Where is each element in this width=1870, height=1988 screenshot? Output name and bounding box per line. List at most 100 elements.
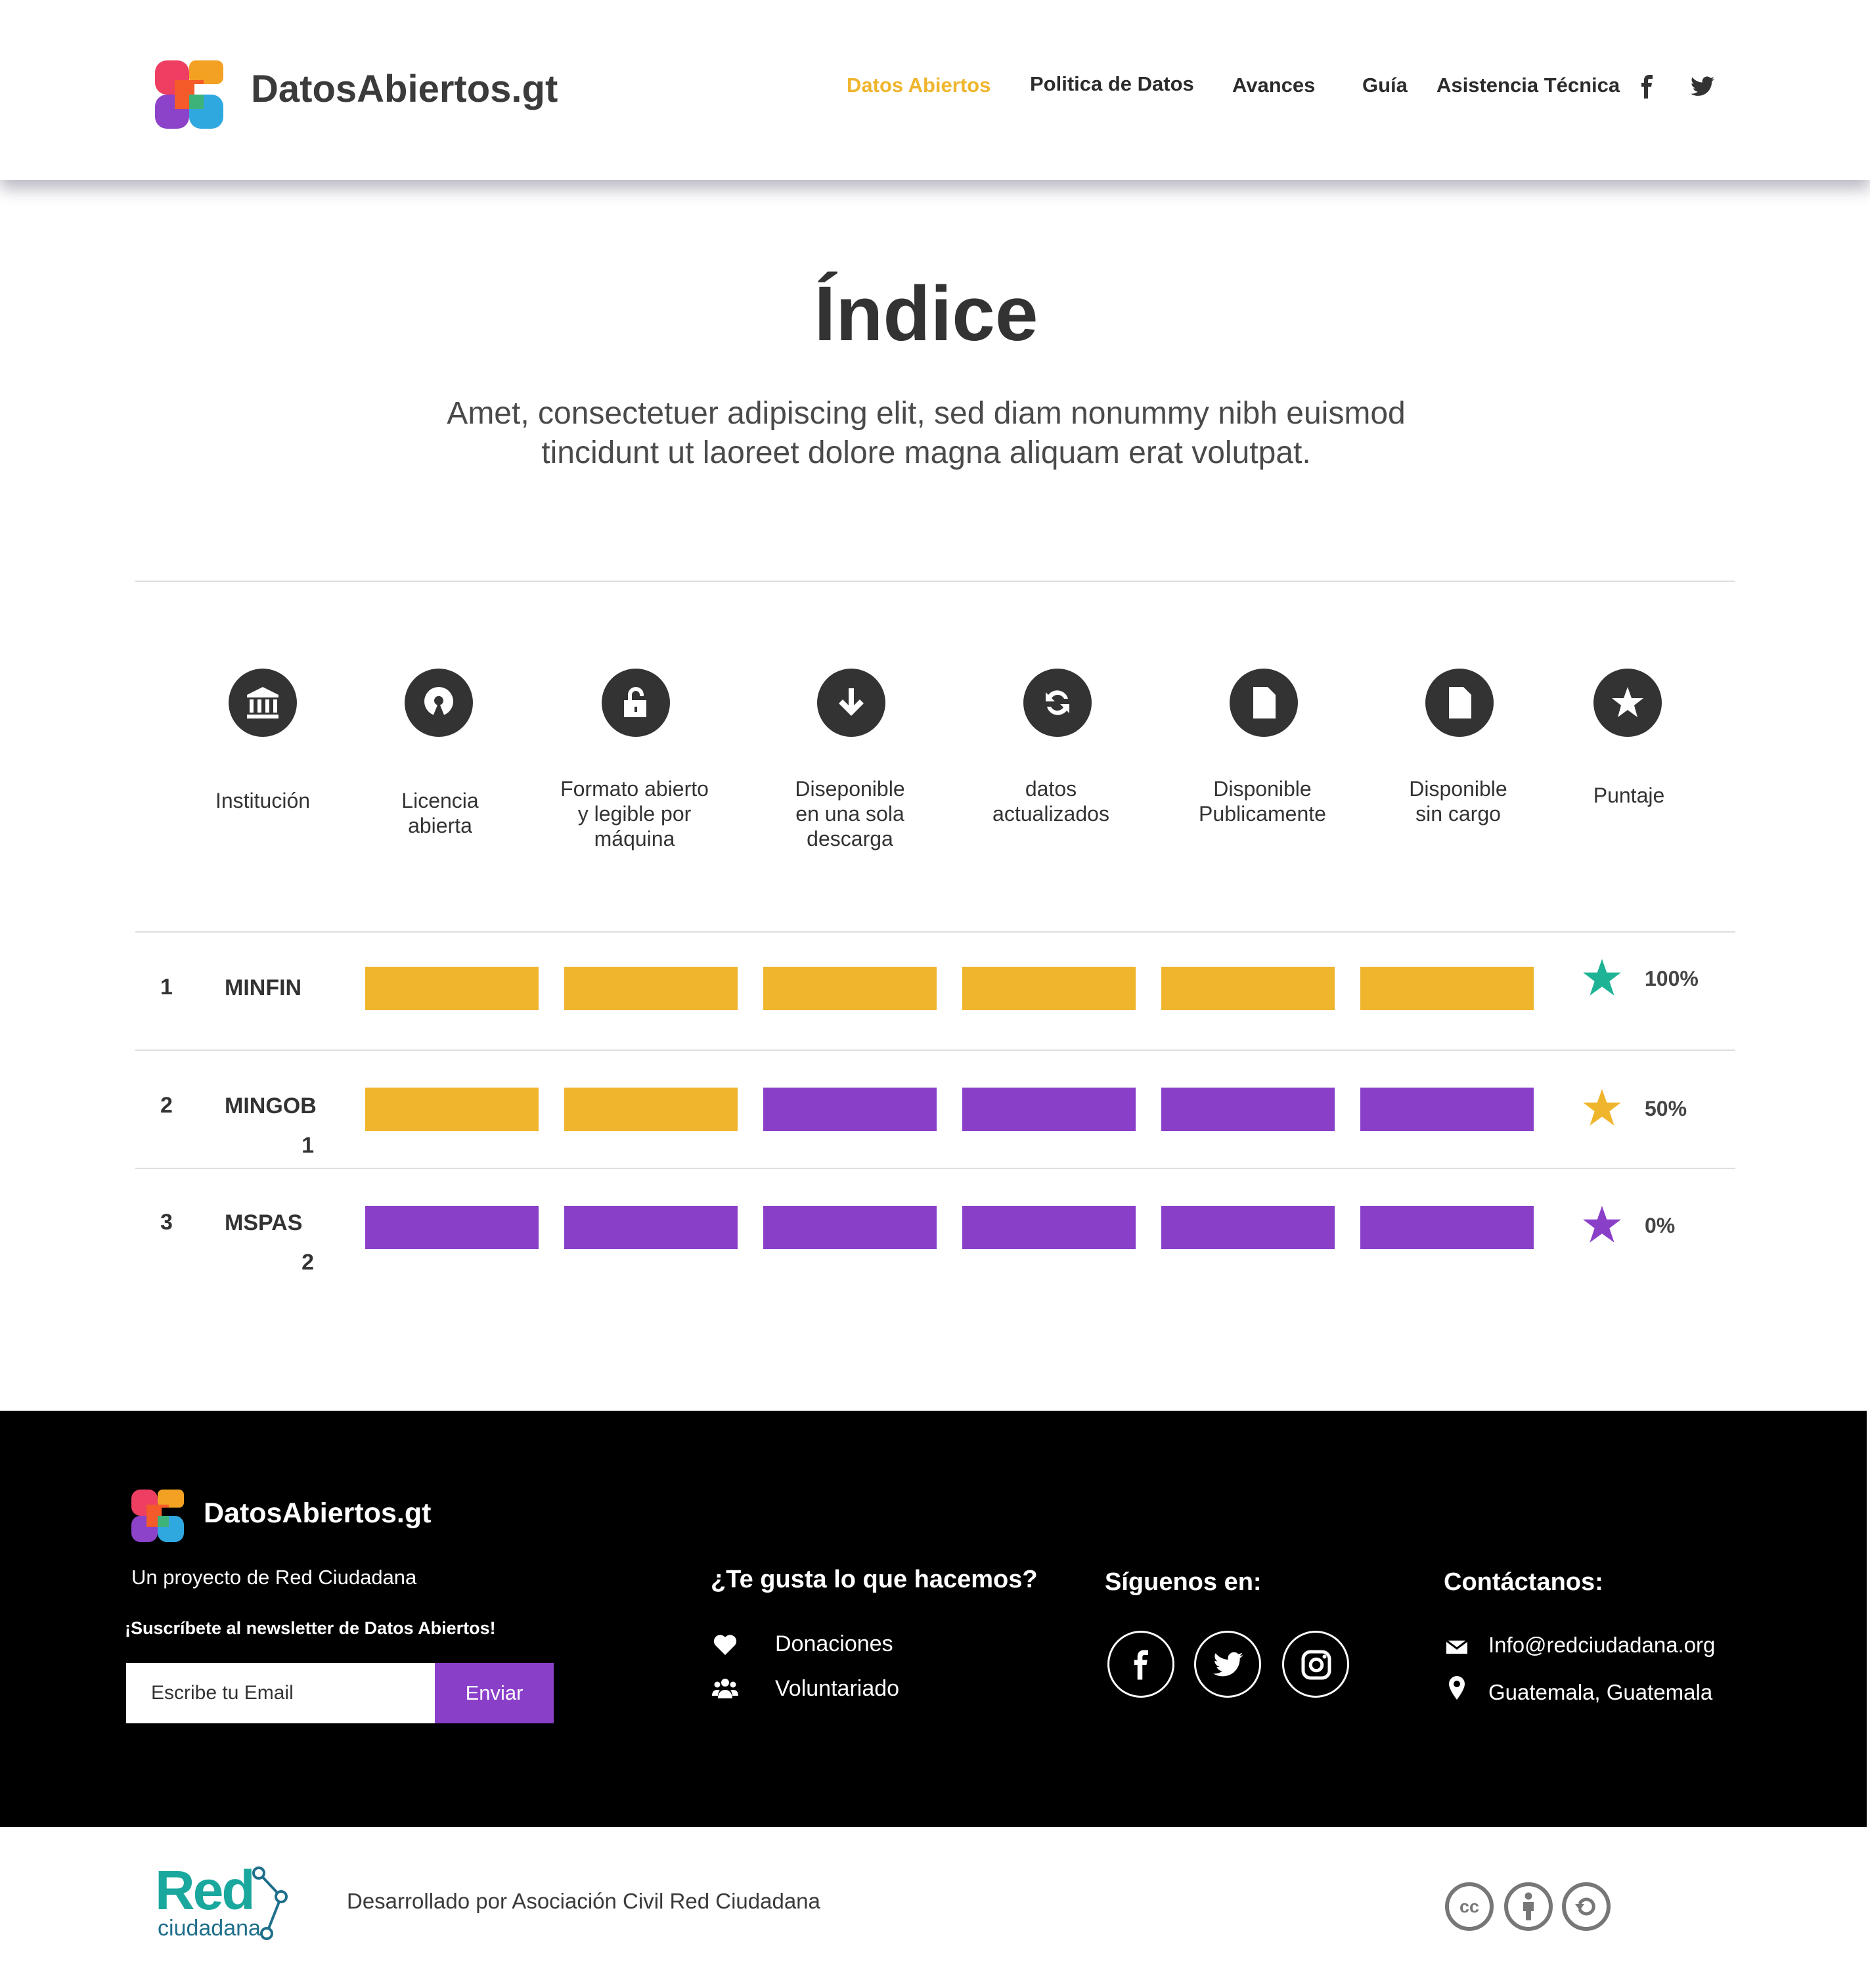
star-shape bbox=[1583, 959, 1621, 996]
criteria-bar-no bbox=[763, 1206, 937, 1249]
criterion-label: Formato abierto bbox=[560, 777, 709, 801]
institution-name-line-2: 1 bbox=[301, 1133, 314, 1158]
page-title: Índice bbox=[814, 271, 1038, 357]
page-subtitle: Amet, consectetuer adipiscing elit, sed … bbox=[368, 394, 1484, 473]
criterion-label: datos bbox=[1025, 777, 1077, 801]
subtitle-line-2: tincidunt ut laoreet dolore magna aliqua… bbox=[541, 435, 1311, 470]
institution-icon bbox=[229, 669, 297, 737]
row-score: 0% bbox=[1645, 1214, 1676, 1237]
nav-avances[interactable]: Avances bbox=[1232, 74, 1315, 97]
criteria-bar-no bbox=[365, 1206, 539, 1249]
ranking-row: 3 MSPAS 2 0% bbox=[135, 1169, 1735, 1286]
criteria-bar-no bbox=[1161, 1088, 1335, 1131]
sa-icon[interactable] bbox=[1562, 1882, 1611, 1931]
contact-title: Contáctanos: bbox=[1444, 1568, 1603, 1596]
criterion-label: Disponible bbox=[1213, 777, 1312, 801]
credit-text: Desarrollado por Asociación Civil Red Ci… bbox=[347, 1889, 820, 1913]
logo-mark-icon bbox=[155, 60, 223, 129]
row-rank: 1 bbox=[160, 975, 173, 1000]
org-logo-sub: ciudadana bbox=[158, 1916, 261, 1941]
brand-name: DatosAbiertos.gt bbox=[204, 1497, 432, 1529]
row-institution: MINFIN bbox=[225, 968, 343, 1007]
star-icon bbox=[1593, 669, 1662, 737]
heart-icon bbox=[713, 1635, 737, 1655]
download-icon bbox=[817, 669, 885, 737]
open-source-icon bbox=[405, 669, 473, 737]
criteria-bar-no bbox=[1161, 1206, 1335, 1249]
nav-datos-abiertos[interactable]: Datos Abiertos bbox=[847, 74, 991, 97]
divider bbox=[135, 581, 1735, 582]
criteria-bar-no bbox=[1360, 1206, 1534, 1249]
criteria-bar-yes bbox=[564, 1088, 738, 1131]
criterion-label: Publicamente bbox=[1199, 802, 1326, 826]
nav-politica-de-datos[interactable]: Politica de Datos bbox=[1030, 72, 1194, 96]
score-star-icon bbox=[1583, 1089, 1621, 1126]
criterion-label: Puntaje bbox=[1593, 784, 1665, 807]
network-nodes-icon bbox=[252, 1867, 288, 1940]
criteria-bar-yes bbox=[1360, 967, 1534, 1010]
criteria-bar-no bbox=[962, 1088, 1136, 1131]
footer-tagline: Un proyecto de Red Ciudadana bbox=[131, 1566, 417, 1589]
footer-facebook-icon[interactable] bbox=[1107, 1631, 1174, 1698]
brand-name: DatosAbiertos.gt bbox=[251, 68, 558, 110]
newsletter-label: ¡Suscríbete al newsletter de Datos Abier… bbox=[125, 1618, 496, 1638]
row-score: 100% bbox=[1645, 967, 1699, 990]
footer-instagram-icon[interactable] bbox=[1282, 1631, 1349, 1698]
location-pin-icon bbox=[1449, 1676, 1465, 1700]
row-rank: 3 bbox=[160, 1210, 173, 1235]
institution-name: MINFIN bbox=[225, 975, 302, 1000]
ranking-row: 2 MINGOB 1 50% bbox=[135, 1051, 1735, 1168]
footer-logo[interactable]: DatosAbiertos.gt bbox=[131, 1490, 473, 1542]
row-institution: MSPAS 2 bbox=[225, 1203, 343, 1282]
score-star-icon bbox=[1583, 959, 1621, 996]
newsletter-email-input[interactable] bbox=[126, 1663, 435, 1723]
subtitle-line-1: Amet, consectetuer adipiscing elit, sed … bbox=[447, 396, 1406, 431]
mail-icon bbox=[1446, 1639, 1468, 1654]
document-icon bbox=[1425, 669, 1494, 737]
document-icon bbox=[1230, 669, 1298, 737]
criteria-bar-yes bbox=[1161, 967, 1335, 1010]
by-icon[interactable] bbox=[1504, 1882, 1553, 1931]
criterion-label: sin cargo bbox=[1415, 802, 1501, 826]
nav-guia[interactable]: Guía bbox=[1362, 74, 1408, 97]
criteria-bar-yes bbox=[962, 967, 1136, 1010]
donations-link[interactable]: Donaciones bbox=[775, 1631, 893, 1657]
criterion-label: Institución bbox=[215, 789, 311, 812]
volunteer-link[interactable]: Voluntariado bbox=[775, 1676, 899, 1702]
red-ciudadana-logo[interactable]: Red ciudadana bbox=[155, 1863, 293, 1944]
brand-logo[interactable]: DatosAbiertos.gt bbox=[155, 60, 575, 129]
criteria-bar-no bbox=[1360, 1088, 1534, 1131]
criterion-label: Diseponible bbox=[795, 777, 905, 801]
score-star-icon bbox=[1583, 1206, 1621, 1243]
criteria-bar-yes bbox=[763, 967, 937, 1010]
criteria-bar-no bbox=[564, 1206, 738, 1249]
site-footer: DatosAbiertos.gt Un proyecto de Red Ciud… bbox=[0, 1411, 1867, 1827]
follow-title: Síguenos en: bbox=[1105, 1568, 1262, 1596]
newsletter-send-button[interactable]: Enviar bbox=[435, 1663, 554, 1723]
footer-twitter-icon[interactable] bbox=[1194, 1631, 1261, 1698]
star-shape bbox=[1583, 1089, 1621, 1126]
criterion-label: abierta bbox=[408, 814, 472, 837]
criteria-bar-yes bbox=[564, 967, 738, 1010]
institution-name: MINGOB bbox=[225, 1093, 317, 1118]
star-shape bbox=[1583, 1206, 1621, 1243]
row-score: 50% bbox=[1645, 1097, 1687, 1120]
nav-asistencia-tecnica[interactable]: Asistencia Técnica bbox=[1436, 74, 1620, 97]
refresh-icon bbox=[1023, 669, 1092, 737]
criterion-label: descarga bbox=[807, 827, 893, 850]
site-header: DatosAbiertos.gt Datos Abiertos Politica… bbox=[0, 0, 1870, 180]
unlock-icon bbox=[602, 669, 670, 737]
twitter-icon[interactable] bbox=[1689, 74, 1716, 100]
criterion-label: actualizados bbox=[992, 802, 1109, 826]
criterion-label: máquina bbox=[594, 827, 675, 850]
cc-icon[interactable]: cc bbox=[1445, 1882, 1494, 1931]
criteria-bar-yes bbox=[365, 1088, 539, 1131]
criterion-label: Disponible bbox=[1409, 777, 1507, 801]
criterion-label: Licencia bbox=[401, 789, 479, 812]
row-rank: 2 bbox=[160, 1093, 173, 1118]
facebook-icon[interactable] bbox=[1634, 74, 1660, 100]
contact-email-link[interactable]: Info@redciudadana.org bbox=[1488, 1633, 1715, 1658]
criterion-label: y legible por bbox=[577, 802, 692, 826]
org-logo-main: Red bbox=[155, 1859, 256, 1921]
like-title: ¿Te gusta lo que hacemos? bbox=[711, 1566, 1038, 1593]
